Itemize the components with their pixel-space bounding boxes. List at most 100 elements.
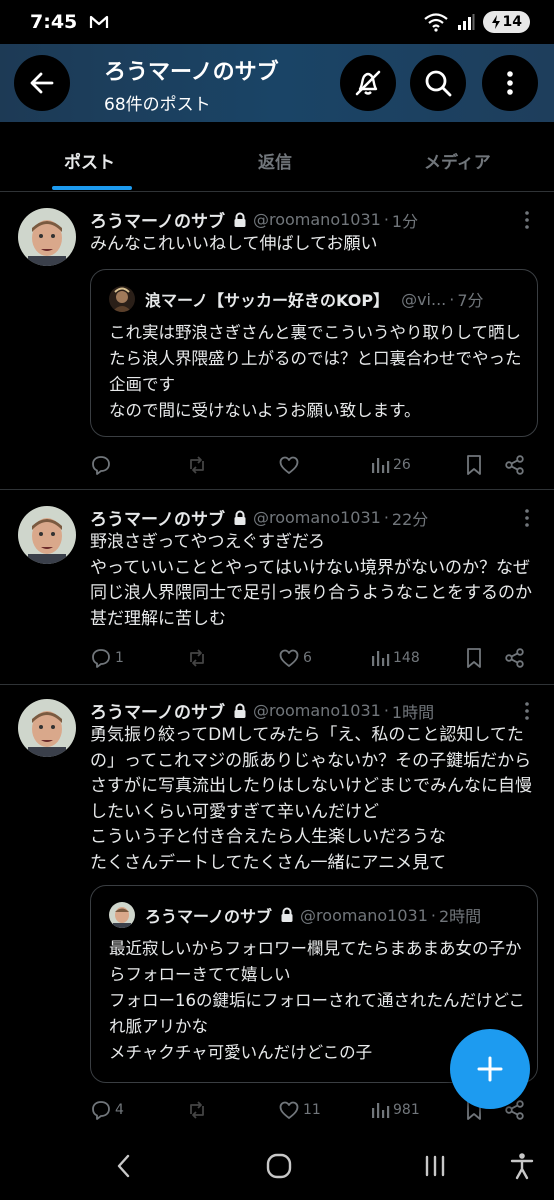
share-button[interactable] [504,453,526,477]
bookmark-button[interactable] [464,453,484,477]
chevron-left-icon [117,1154,130,1178]
accessibility-icon [510,1153,534,1180]
battery-indicator: 14 [482,11,530,33]
author-handle[interactable]: @roomano1031 [253,210,381,229]
share-button[interactable] [504,646,526,670]
post-text: 野浪さぎってやつえぐすぎだろ やっていいこととやってはいけない境界がないのか？な… [90,532,532,629]
system-nav-bar [0,1132,554,1200]
analytics-icon [372,1103,390,1118]
post-time[interactable]: 1時間 [392,699,434,723]
post-count: 68件のポスト [104,95,211,115]
search-icon [425,70,452,97]
author-handle[interactable]: @roomano1031 [253,508,381,527]
repost-button[interactable] [186,1098,211,1122]
nav-back-button[interactable] [102,1148,146,1184]
more-options-button[interactable] [482,55,538,111]
like-button[interactable]: 6 [278,646,312,670]
views-button[interactable]: 26 [370,453,411,477]
view-count: 26 [393,457,411,473]
status-bar: 7:45 14 [0,0,554,44]
more-icon[interactable] [520,701,534,721]
active-tab-indicator [52,186,132,190]
tab-replies[interactable]: 返信 [258,148,292,173]
repost-button[interactable] [186,646,211,670]
like-button[interactable]: 11 [278,1098,321,1122]
like-count: 11 [303,1102,321,1118]
separator-dot: · [383,508,389,527]
reply-button[interactable]: 1 [90,646,124,670]
post-actions: 1 6 148 [90,646,540,670]
author-handle[interactable]: @roomano1031 [253,701,381,720]
quoted-post-header: ろうマーノのサブ @roomano1031 · 2時間 [109,902,481,928]
separator-dot: · [383,210,389,229]
reply-count: 4 [115,1102,124,1118]
reply-icon [92,456,110,475]
post-header: ろうマーノのサブ @roomano1031 · 1分 [90,207,418,232]
wifi-icon [423,13,448,32]
post-time[interactable]: 22分 [392,506,428,530]
more-icon[interactable] [520,210,534,230]
post[interactable]: ろうマーノのサブ @roomano1031 · 22分 野浪さぎってやつえぐすぎ… [0,490,554,685]
tab-media[interactable]: メディア [424,148,491,173]
plus-icon [477,1056,503,1082]
heart-icon [279,649,299,667]
like-button[interactable] [278,453,303,477]
author-name[interactable]: ろうマーノのサブ [90,505,225,530]
reply-button[interactable]: 4 [90,1098,124,1122]
separator-dot: · [449,289,455,309]
heart-icon [279,1101,299,1119]
quoted-author-name: 浪マーノ【サッカー好きのKOP】 [145,291,390,310]
post-time[interactable]: 1分 [392,208,418,232]
reply-count: 1 [115,650,124,666]
quoted-post-text: これ実は野浪さぎさんと裏でこういうやり取りして晒したら浪人界隈盛り上がるのでは？… [109,323,522,420]
battery-level: 14 [502,14,522,30]
author-name[interactable]: ろうマーノのサブ [90,698,225,723]
home-circle-icon [266,1153,292,1179]
post[interactable]: ろうマーノのサブ @roomano1031 · 1分 みんなこれいいねして伸ばし… [0,192,554,490]
quoted-avatar [109,286,135,312]
analytics-icon [372,651,390,666]
profile-tabs: ポスト 返信 メディア [0,122,554,192]
repost-icon [190,456,204,474]
lock-icon [234,510,246,525]
bookmark-button[interactable] [464,646,484,670]
nav-home-button[interactable] [257,1148,301,1184]
quoted-author-handle: @roomano1031 [300,905,428,925]
profile-name: ろうマーノのサブ [104,60,279,85]
bookmark-icon [467,648,481,668]
separator-dot: · [430,905,436,925]
share-icon [505,648,524,668]
post-text: 勇気振り絞ってDMしてみたら「え、私のこと認知してたの」ってこれマジの脈ありじゃ… [90,725,532,873]
accessibility-button[interactable] [500,1148,544,1184]
tab-posts[interactable]: ポスト [64,148,115,173]
back-button[interactable] [14,55,70,111]
signal-icon [457,14,475,30]
view-count: 981 [393,1102,420,1118]
avatar[interactable] [18,699,76,757]
nav-recents-button[interactable] [413,1148,457,1184]
lock-icon [234,212,246,227]
views-button[interactable]: 981 [370,1098,420,1122]
profile-header: ろうマーノのサブ 68件のポスト [0,44,554,122]
heart-icon [279,456,299,474]
quoted-post-time: 2時間 [438,907,482,926]
search-button[interactable] [410,55,466,111]
like-count: 6 [303,650,312,666]
views-button[interactable]: 148 [370,646,420,670]
notifications-button[interactable] [340,55,396,111]
more-icon[interactable] [520,508,534,528]
compose-post-button[interactable] [450,1029,530,1109]
charging-icon [491,15,500,29]
reply-button[interactable] [90,453,115,477]
avatar[interactable] [18,506,76,564]
quoted-post[interactable]: 浪マーノ【サッカー好きのKOP】 @vi... · 7分 これ実は野浪さぎさんと… [90,269,538,437]
quoted-author-handle: @vi... [401,289,447,309]
repost-button[interactable] [186,453,211,477]
author-name[interactable]: ろうマーノのサブ [90,207,225,232]
quoted-author-name: ろうマーノのサブ [145,907,273,926]
status-time: 7:45 [30,11,78,33]
avatar[interactable] [18,208,76,266]
quoted-post-time: 7分 [457,291,484,310]
mail-icon [90,15,109,28]
repost-icon [190,1101,204,1119]
